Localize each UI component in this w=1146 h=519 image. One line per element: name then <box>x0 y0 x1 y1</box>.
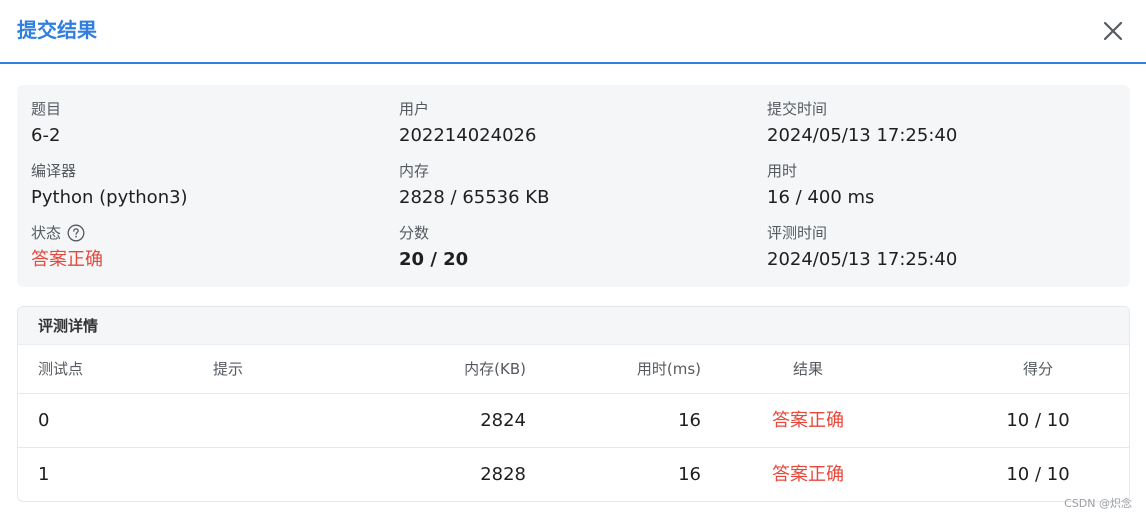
submit-time-value: 2024/05/13 17:25:40 <box>767 125 958 146</box>
compiler-label: 编译器 <box>31 162 77 180</box>
submit-time-label: 提交时间 <box>767 100 828 118</box>
judge-time-value: 2024/05/13 17:25:40 <box>767 249 958 270</box>
close-icon <box>1103 21 1123 41</box>
case-result: 答案正确 <box>772 464 844 485</box>
compiler-info: 编译器 Python (python3) <box>31 161 371 211</box>
user-value: 202214024026 <box>399 125 537 146</box>
case-score: 10 / 10 <box>1006 464 1070 485</box>
column-header-score: 得分 <box>1022 360 1053 378</box>
time-label: 用时 <box>767 162 798 180</box>
user-label: 用户 <box>399 100 430 118</box>
table-header: 测试点 提示 内存(KB) 用时(ms) 结果 得分 <box>18 345 1129 394</box>
column-header-time: 用时(ms) <box>636 360 701 378</box>
problem-value: 6-2 <box>31 125 61 146</box>
status-info: 状态 答案正确 <box>31 223 371 273</box>
judge-time-label: 评测时间 <box>767 224 828 242</box>
memory-value: 2828 / 65536 KB <box>399 187 550 208</box>
memory-info: 内存 2828 / 65536 KB <box>399 161 739 211</box>
judge-details-panel: 评测详情 测试点 提示 内存(KB) 用时(ms) 结果 得分 0 2824 1… <box>17 306 1130 502</box>
column-header-hint: 提示 <box>213 360 244 378</box>
status-label-row: 状态 <box>31 223 371 243</box>
table-row: 0 2824 16 答案正确 10 / 10 <box>18 394 1129 448</box>
case-time: 16 <box>678 410 701 431</box>
case-score: 10 / 10 <box>1006 410 1070 431</box>
dialog-header: 提交结果 <box>0 0 1146 64</box>
judge-details-header: 评测详情 <box>18 307 1129 345</box>
column-header-case: 测试点 <box>38 360 84 378</box>
time-value: 16 / 400 ms <box>767 187 875 208</box>
score-info: 分数 20 / 20 <box>399 223 739 273</box>
table-row: 1 2828 16 答案正确 10 / 10 <box>18 448 1129 501</box>
column-header-result: 结果 <box>792 360 823 378</box>
case-memory: 2824 <box>480 410 526 431</box>
case-memory: 2828 <box>480 464 526 485</box>
compiler-value: Python (python3) <box>31 187 188 208</box>
memory-label: 内存 <box>399 162 430 180</box>
close-button[interactable] <box>1100 18 1126 44</box>
score-label: 分数 <box>399 224 430 242</box>
problem-info: 题目 6-2 <box>31 99 371 149</box>
dialog-title: 提交结果 <box>17 18 97 42</box>
problem-label: 题目 <box>31 100 62 118</box>
submission-result-dialog: 提交结果 题目 6-2 用户 202214024026 提交时间 2024/05… <box>0 0 1146 519</box>
submission-info-panel: 题目 6-2 用户 202214024026 提交时间 2024/05/13 1… <box>17 85 1130 287</box>
column-header-memory: 内存(KB) <box>464 360 526 378</box>
user-info: 用户 202214024026 <box>399 99 739 149</box>
status-label: 状态 <box>31 224 62 242</box>
time-info: 用时 16 / 400 ms <box>767 161 1107 211</box>
score-value: 20 / 20 <box>399 249 469 270</box>
case-time: 16 <box>678 464 701 485</box>
submit-time-info: 提交时间 2024/05/13 17:25:40 <box>767 99 1107 149</box>
case-id: 0 <box>38 410 50 431</box>
case-id: 1 <box>38 464 50 485</box>
status-value: 答案正确 <box>31 249 103 270</box>
judge-details-title: 评测详情 <box>38 317 99 335</box>
watermark: CSDN @炽念 <box>1064 497 1132 510</box>
case-result: 答案正确 <box>772 410 844 431</box>
judge-time-info: 评测时间 2024/05/13 17:25:40 <box>767 223 1107 273</box>
question-circle-icon[interactable] <box>67 224 85 242</box>
